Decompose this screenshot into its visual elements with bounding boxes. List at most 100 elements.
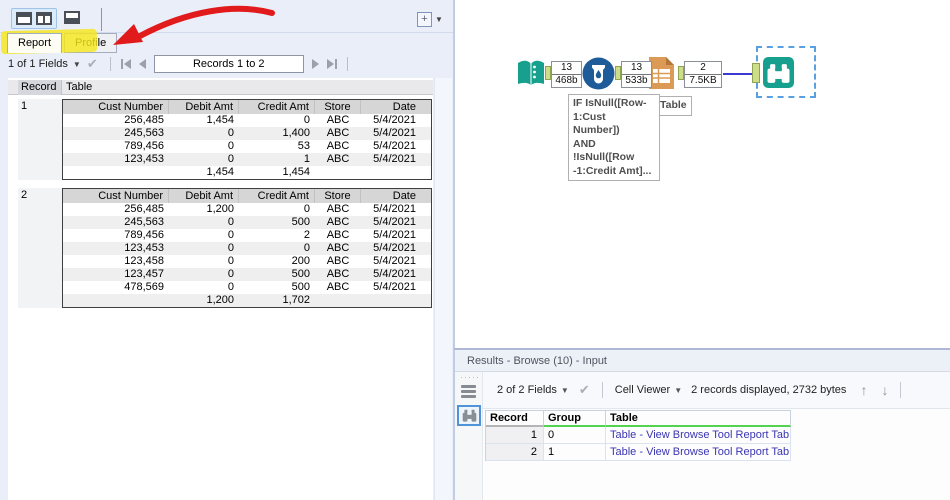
cell <box>361 166 420 179</box>
results-row: 1 0 Table - View Browse Tool Report Tab <box>486 427 791 444</box>
results-sidebar: ····· <box>455 372 483 500</box>
input-anchor[interactable] <box>752 63 760 83</box>
connection-badge-2: 13 533b <box>621 61 652 88</box>
col-header: Cust Number <box>63 100 169 114</box>
tab-report[interactable]: Report <box>7 33 62 53</box>
fields-dropdown[interactable]: 1 of 1 Fields <box>8 58 68 70</box>
report-tab-link[interactable]: Table - View Browse Tool Report Tab <box>606 444 791 461</box>
chevron-down-icon[interactable]: ▼ <box>73 60 81 69</box>
col-header: Debit Amt <box>169 100 239 114</box>
cell: ABC <box>315 216 361 229</box>
cell: 0 <box>239 114 315 127</box>
col-header-record[interactable]: Record <box>486 411 544 427</box>
workflow-canvas[interactable]: 13 468b 13 533b 2 <box>453 0 950 348</box>
vertical-split-layout-button[interactable] <box>36 12 52 25</box>
total-cell: 1,702 <box>239 294 315 307</box>
cell: 5/4/2021 <box>361 281 420 294</box>
single-pane-layout-button[interactable] <box>16 12 32 25</box>
total-cell: 1,454 <box>239 166 315 179</box>
cell: ABC <box>315 127 361 140</box>
cell <box>361 294 420 307</box>
cell: 256,485 <box>63 114 169 127</box>
up-arrow-button[interactable]: ↑ <box>860 382 867 398</box>
last-record-button[interactable] <box>327 59 337 69</box>
results-toolbar: 2 of 2 Fields ▼ ✔ Cell Viewer ▼ 2 record… <box>483 372 950 409</box>
table-tool-annotation[interactable]: Table <box>655 96 692 116</box>
col-header-group[interactable]: Group <box>544 411 606 427</box>
cell: 5/4/2021 <box>361 268 420 281</box>
cell: 5/4/2021 <box>361 140 420 153</box>
drag-handle[interactable]: ····· <box>460 372 480 382</box>
browse-report-panel: + ▼ Report Profile 1 of 1 Fields ▼ ✔ Rec… <box>0 0 453 500</box>
browse-view-button[interactable] <box>457 405 481 426</box>
records-range-box[interactable]: Records 1 to 2 <box>154 55 304 73</box>
chevron-down-icon[interactable]: ▼ <box>674 386 682 395</box>
cell: 1,400 <box>239 127 315 140</box>
previous-record-button[interactable] <box>139 59 146 69</box>
apply-checkmark-icon[interactable]: ✔ <box>87 56 98 72</box>
fields-dropdown[interactable]: 2 of 2 Fields <box>497 384 557 396</box>
cell: 5/4/2021 <box>361 203 420 216</box>
col-header: Date <box>361 100 420 114</box>
cell: 1,454 <box>169 114 239 127</box>
cell: 500 <box>239 281 315 294</box>
table-header-row: Cust Number Debit Amt Credit Amt Store D… <box>63 189 431 203</box>
cell: 0 <box>239 203 315 216</box>
cell: 245,563 <box>63 216 169 229</box>
cell <box>63 294 169 307</box>
record-count: 13 <box>622 62 651 75</box>
cell: 123,453 <box>63 242 169 255</box>
record-number: 1 <box>486 427 544 444</box>
results-panel: Results - Browse (10) - Input ····· 2 of… <box>453 348 950 500</box>
next-record-button[interactable] <box>312 59 319 69</box>
first-record-button[interactable] <box>121 59 131 69</box>
cell: 0 <box>169 242 239 255</box>
separator <box>602 382 603 398</box>
results-table: Record Group Table 1 0 Table - View Brow… <box>485 410 791 461</box>
report-scrollbar[interactable] <box>434 78 452 500</box>
cell: 1 <box>239 153 315 166</box>
col-header: Debit Amt <box>169 189 239 203</box>
report-tab-link[interactable]: Table - View Browse Tool Report Tab <box>606 427 791 444</box>
record-column-header: Record <box>18 80 62 95</box>
results-header-row: Record Group Table <box>486 411 791 427</box>
cell: 789,456 <box>63 229 169 242</box>
horizontal-split-layout-button[interactable] <box>64 11 80 24</box>
add-window-icon: + <box>417 12 432 27</box>
alteryx-window: + ▼ Report Profile 1 of 1 Fields ▼ ✔ Rec… <box>0 0 950 500</box>
col-header: Store <box>315 100 361 114</box>
cell: 478,569 <box>63 281 169 294</box>
cell: 123,458 <box>63 255 169 268</box>
formula-annotation[interactable]: IF IsNull([Row- 1:Cust Number]) AND !IsN… <box>568 94 660 181</box>
multi-row-formula-tool[interactable] <box>582 57 615 95</box>
apply-checkmark-icon[interactable]: ✔ <box>579 382 590 398</box>
open-new-window-button[interactable]: + ▼ <box>417 11 447 27</box>
record-number: 2 <box>486 444 544 461</box>
cell: 5/4/2021 <box>361 153 420 166</box>
cell: 5/4/2021 <box>361 242 420 255</box>
record-band <box>18 188 62 308</box>
record-navigation-bar: 1 of 1 Fields ▼ ✔ Records 1 to 2 <box>8 54 354 74</box>
cell <box>315 294 361 307</box>
cell: ABC <box>315 255 361 268</box>
separator <box>347 57 348 71</box>
browse-tool[interactable] <box>763 57 794 93</box>
down-arrow-button[interactable]: ↓ <box>881 382 888 398</box>
cell: 1,200 <box>169 203 239 216</box>
cell: ABC <box>315 281 361 294</box>
col-header-table[interactable]: Table <box>606 411 791 427</box>
browse-binoculars-icon <box>763 57 794 88</box>
data-view-button[interactable] <box>461 383 476 400</box>
table-row: 256,485 1,200 0 ABC 5/4/2021 <box>63 203 431 216</box>
cell: 123,457 <box>63 268 169 281</box>
connection-badge-1: 13 468b <box>551 61 582 88</box>
report-content-area: Record Table 1 Cust Number Debit Amt Cre… <box>8 78 433 500</box>
cell: 5/4/2021 <box>361 127 420 140</box>
input-data-tool[interactable] <box>516 58 546 93</box>
cell-viewer-dropdown[interactable]: Cell Viewer <box>615 384 670 396</box>
connection-line[interactable] <box>723 73 754 75</box>
col-header: Credit Amt <box>239 189 315 203</box>
record-id: 1 <box>21 100 27 112</box>
chevron-down-icon[interactable]: ▼ <box>561 386 569 395</box>
separator <box>900 382 901 398</box>
